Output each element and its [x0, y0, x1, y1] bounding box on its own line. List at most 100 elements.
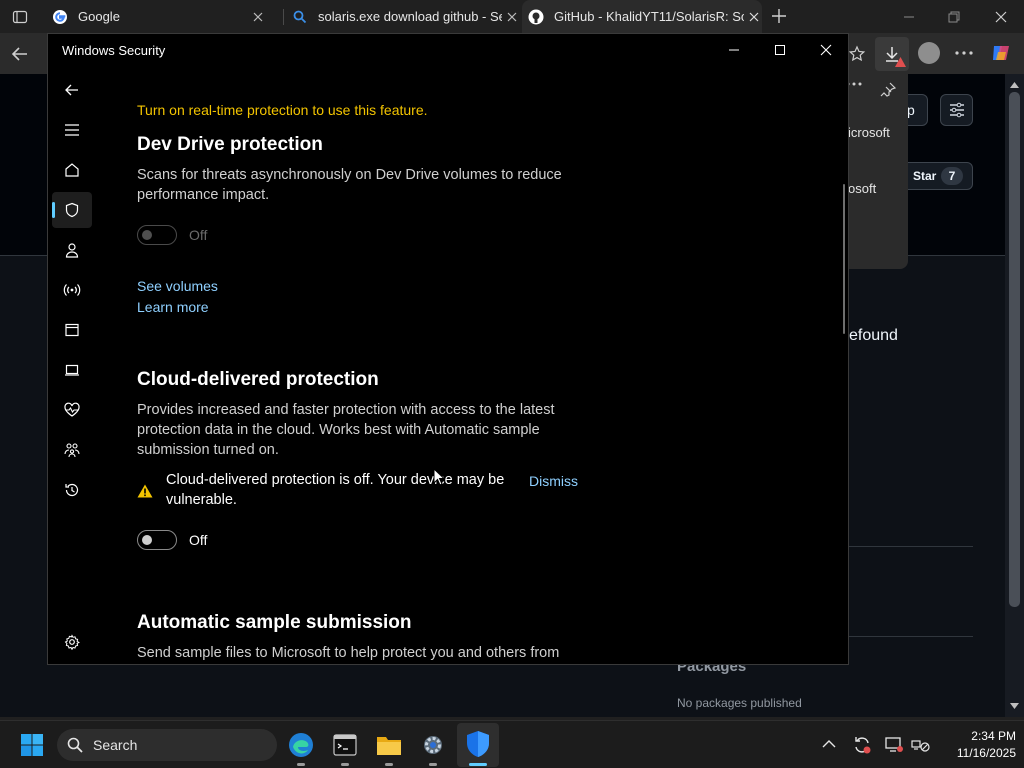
clock-date[interactable]: 11/16/2025 [936, 746, 1016, 760]
taskbar-settings[interactable] [418, 730, 448, 760]
search-label: Search [93, 737, 138, 753]
shield-icon [64, 202, 80, 218]
divider [849, 546, 973, 547]
edge-browser-icon [288, 732, 314, 758]
google-icon [52, 9, 68, 25]
tab-google[interactable]: Google [44, 0, 282, 33]
tab-actions-icon[interactable] [12, 9, 28, 25]
nav-account-protection[interactable] [52, 232, 92, 268]
minimize-icon [728, 44, 740, 56]
mouse-cursor-icon [433, 468, 445, 486]
star-button[interactable]: Star 7 [900, 162, 973, 190]
sample-submission-description: Send sample files to Microsoft to help p… [137, 645, 560, 661]
downloads-button[interactable] [875, 37, 909, 71]
tab-title: solaris.exe download github - Sea [318, 9, 502, 24]
partial-heading-text: efound [849, 327, 898, 344]
close-button[interactable] [803, 34, 849, 66]
windows-security-window: Windows Security Turn on real-time prote… [47, 33, 849, 665]
search-icon [292, 9, 308, 25]
gear-icon [64, 634, 80, 650]
copilot-icon[interactable] [990, 42, 1012, 64]
star-label: Star [913, 169, 937, 183]
nav-protection-history[interactable] [52, 472, 92, 508]
close-tab-icon[interactable] [252, 11, 264, 23]
content-scrollbar[interactable] [843, 184, 845, 334]
running-indicator [297, 763, 305, 766]
browser-scrollbar[interactable] [1005, 74, 1024, 717]
nav-family-options[interactable] [52, 432, 92, 468]
network-disconnected-icon[interactable] [910, 735, 930, 755]
sample-submission-heading: Automatic sample submission [137, 612, 412, 633]
sliders-icon [948, 101, 966, 119]
taskbar-search-box[interactable]: Search [57, 729, 277, 761]
cloud-protection-heading: Cloud-delivered protection [137, 369, 379, 390]
dev-drive-toggle-label: Off [189, 227, 208, 243]
taskbar: Search 2:34 PM 11/16/2025 [0, 720, 1024, 768]
tab-github[interactable]: GitHub - KhalidYT11/SolarisR: Sol [522, 0, 762, 33]
folder-icon [376, 734, 402, 756]
minimize-browser-icon[interactable] [902, 10, 916, 24]
tab-title: Google [78, 9, 120, 24]
close-tab-icon[interactable] [748, 11, 760, 23]
more-options-icon[interactable] [955, 51, 973, 55]
heart-pulse-icon [63, 402, 81, 418]
menu-button[interactable] [52, 112, 92, 148]
close-tab-icon[interactable] [506, 11, 518, 23]
cloud-protection-description: Provides increased and faster protection… [137, 402, 555, 458]
running-indicator [341, 763, 349, 766]
back-arrow-icon[interactable] [10, 44, 30, 64]
maximize-icon [774, 44, 786, 56]
laptop-icon [64, 363, 80, 377]
nav-device-security[interactable] [52, 352, 92, 388]
display-icon[interactable] [884, 735, 904, 755]
warning-icon [137, 484, 153, 498]
github-filter-button[interactable] [940, 94, 973, 126]
sync-icon[interactable] [852, 735, 872, 755]
pin-icon[interactable] [880, 82, 896, 98]
profile-avatar[interactable] [918, 42, 940, 64]
close-browser-icon[interactable] [994, 10, 1008, 24]
back-button[interactable] [52, 72, 92, 108]
taskbar-terminal[interactable] [330, 730, 360, 760]
cloud-protection-toggle[interactable] [137, 530, 177, 550]
favorites-icon[interactable] [848, 45, 866, 63]
scroll-up-arrow-icon[interactable] [1010, 82, 1019, 88]
dismiss-link[interactable]: Dismiss [529, 473, 578, 489]
person-icon [64, 242, 80, 258]
tab-search[interactable]: solaris.exe download github - Sea [286, 0, 520, 33]
taskbar-windows-security[interactable] [457, 723, 499, 767]
nav-firewall[interactable] [52, 272, 92, 308]
start-button[interactable] [17, 730, 47, 760]
new-tab-icon[interactable] [771, 8, 787, 24]
realtime-warning: Turn on real-time protection to use this… [137, 102, 428, 118]
warning-badge-icon [895, 57, 906, 67]
nav-virus-protection[interactable] [52, 192, 92, 228]
download-item-text[interactable]: icrosoft [848, 125, 890, 140]
taskbar-edge[interactable] [286, 730, 316, 760]
taskbar-file-explorer[interactable] [374, 730, 404, 760]
chevron-up-icon[interactable] [822, 739, 836, 749]
nav-home[interactable] [52, 152, 92, 188]
nav-app-browser-control[interactable] [52, 312, 92, 348]
learn-more-link[interactable]: Learn more [137, 299, 209, 315]
clock-time[interactable]: 2:34 PM [936, 729, 1016, 743]
github-icon [528, 9, 544, 25]
download-item-text[interactable]: osoft [848, 181, 876, 196]
dev-drive-description: Scans for threats asynchronously on Dev … [137, 167, 562, 203]
home-icon [64, 162, 80, 178]
wireless-icon [63, 282, 81, 298]
scroll-down-arrow-icon[interactable] [1010, 703, 1019, 709]
maximize-button[interactable] [757, 34, 803, 66]
tab-divider [283, 9, 284, 25]
scroll-thumb[interactable] [1009, 92, 1020, 607]
nav-settings[interactable] [52, 624, 92, 660]
nav-device-performance[interactable] [52, 392, 92, 428]
star-count: 7 [941, 167, 963, 185]
minimize-button[interactable] [711, 34, 757, 66]
hamburger-icon [64, 123, 80, 137]
see-volumes-link[interactable]: See volumes [137, 278, 218, 294]
family-icon [63, 442, 81, 458]
browser-tab-bar: Google solaris.exe download github - Sea… [0, 0, 1024, 33]
dev-drive-toggle[interactable] [137, 225, 177, 245]
restore-browser-icon[interactable] [947, 10, 961, 24]
